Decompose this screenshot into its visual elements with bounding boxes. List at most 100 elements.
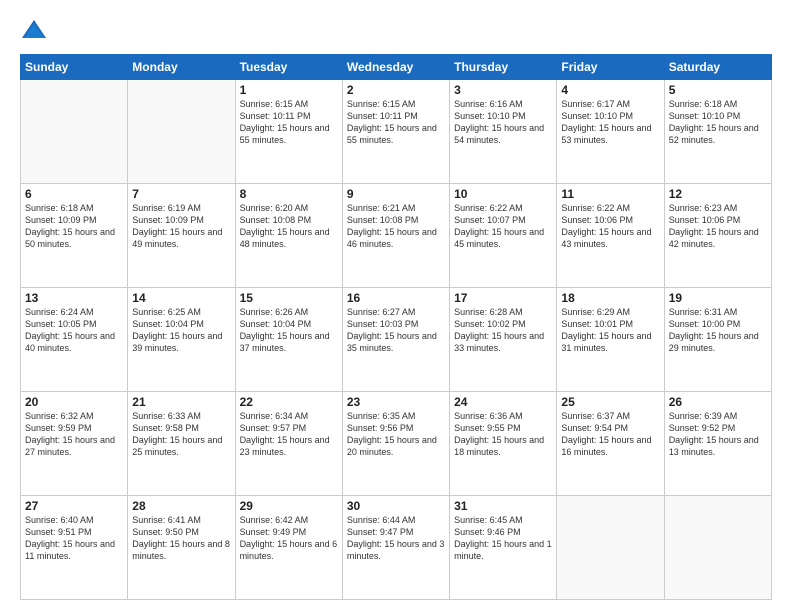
- cell-info: Sunrise: 6:45 AM Sunset: 9:46 PM Dayligh…: [454, 514, 552, 563]
- day-number: 29: [240, 499, 338, 513]
- day-number: 22: [240, 395, 338, 409]
- cell-info: Sunrise: 6:18 AM Sunset: 10:09 PM Daylig…: [25, 202, 123, 251]
- cell-info: Sunrise: 6:40 AM Sunset: 9:51 PM Dayligh…: [25, 514, 123, 563]
- calendar-header-friday: Friday: [557, 55, 664, 80]
- day-number: 3: [454, 83, 552, 97]
- calendar-cell: 30Sunrise: 6:44 AM Sunset: 9:47 PM Dayli…: [342, 496, 449, 600]
- cell-info: Sunrise: 6:16 AM Sunset: 10:10 PM Daylig…: [454, 98, 552, 147]
- calendar-header-sunday: Sunday: [21, 55, 128, 80]
- calendar-cell: 1Sunrise: 6:15 AM Sunset: 10:11 PM Dayli…: [235, 80, 342, 184]
- calendar-cell: [664, 496, 771, 600]
- cell-info: Sunrise: 6:23 AM Sunset: 10:06 PM Daylig…: [669, 202, 767, 251]
- calendar-cell: 13Sunrise: 6:24 AM Sunset: 10:05 PM Dayl…: [21, 288, 128, 392]
- calendar-header-row: SundayMondayTuesdayWednesdayThursdayFrid…: [21, 55, 772, 80]
- calendar-cell: 11Sunrise: 6:22 AM Sunset: 10:06 PM Dayl…: [557, 184, 664, 288]
- calendar-week-3: 13Sunrise: 6:24 AM Sunset: 10:05 PM Dayl…: [21, 288, 772, 392]
- calendar-cell: 25Sunrise: 6:37 AM Sunset: 9:54 PM Dayli…: [557, 392, 664, 496]
- day-number: 15: [240, 291, 338, 305]
- calendar-cell: 29Sunrise: 6:42 AM Sunset: 9:49 PM Dayli…: [235, 496, 342, 600]
- cell-info: Sunrise: 6:19 AM Sunset: 10:09 PM Daylig…: [132, 202, 230, 251]
- day-number: 10: [454, 187, 552, 201]
- cell-info: Sunrise: 6:17 AM Sunset: 10:10 PM Daylig…: [561, 98, 659, 147]
- day-number: 16: [347, 291, 445, 305]
- cell-info: Sunrise: 6:36 AM Sunset: 9:55 PM Dayligh…: [454, 410, 552, 459]
- cell-info: Sunrise: 6:27 AM Sunset: 10:03 PM Daylig…: [347, 306, 445, 355]
- cell-info: Sunrise: 6:22 AM Sunset: 10:07 PM Daylig…: [454, 202, 552, 251]
- calendar-week-2: 6Sunrise: 6:18 AM Sunset: 10:09 PM Dayli…: [21, 184, 772, 288]
- calendar-header-wednesday: Wednesday: [342, 55, 449, 80]
- cell-info: Sunrise: 6:41 AM Sunset: 9:50 PM Dayligh…: [132, 514, 230, 563]
- calendar-week-4: 20Sunrise: 6:32 AM Sunset: 9:59 PM Dayli…: [21, 392, 772, 496]
- calendar-cell: 5Sunrise: 6:18 AM Sunset: 10:10 PM Dayli…: [664, 80, 771, 184]
- day-number: 30: [347, 499, 445, 513]
- cell-info: Sunrise: 6:39 AM Sunset: 9:52 PM Dayligh…: [669, 410, 767, 459]
- calendar-cell: 7Sunrise: 6:19 AM Sunset: 10:09 PM Dayli…: [128, 184, 235, 288]
- calendar-cell: 10Sunrise: 6:22 AM Sunset: 10:07 PM Dayl…: [450, 184, 557, 288]
- calendar-cell: 26Sunrise: 6:39 AM Sunset: 9:52 PM Dayli…: [664, 392, 771, 496]
- cell-info: Sunrise: 6:35 AM Sunset: 9:56 PM Dayligh…: [347, 410, 445, 459]
- calendar-header-thursday: Thursday: [450, 55, 557, 80]
- day-number: 24: [454, 395, 552, 409]
- calendar-cell: 6Sunrise: 6:18 AM Sunset: 10:09 PM Dayli…: [21, 184, 128, 288]
- day-number: 14: [132, 291, 230, 305]
- cell-info: Sunrise: 6:25 AM Sunset: 10:04 PM Daylig…: [132, 306, 230, 355]
- day-number: 4: [561, 83, 659, 97]
- calendar-cell: 4Sunrise: 6:17 AM Sunset: 10:10 PM Dayli…: [557, 80, 664, 184]
- cell-info: Sunrise: 6:42 AM Sunset: 9:49 PM Dayligh…: [240, 514, 338, 563]
- cell-info: Sunrise: 6:44 AM Sunset: 9:47 PM Dayligh…: [347, 514, 445, 563]
- cell-info: Sunrise: 6:15 AM Sunset: 10:11 PM Daylig…: [240, 98, 338, 147]
- day-number: 31: [454, 499, 552, 513]
- cell-info: Sunrise: 6:20 AM Sunset: 10:08 PM Daylig…: [240, 202, 338, 251]
- cell-info: Sunrise: 6:32 AM Sunset: 9:59 PM Dayligh…: [25, 410, 123, 459]
- calendar-cell: 22Sunrise: 6:34 AM Sunset: 9:57 PM Dayli…: [235, 392, 342, 496]
- day-number: 12: [669, 187, 767, 201]
- day-number: 25: [561, 395, 659, 409]
- calendar-cell: 9Sunrise: 6:21 AM Sunset: 10:08 PM Dayli…: [342, 184, 449, 288]
- day-number: 5: [669, 83, 767, 97]
- day-number: 1: [240, 83, 338, 97]
- calendar-header-tuesday: Tuesday: [235, 55, 342, 80]
- calendar-cell: 19Sunrise: 6:31 AM Sunset: 10:00 PM Dayl…: [664, 288, 771, 392]
- day-number: 26: [669, 395, 767, 409]
- calendar-cell: 18Sunrise: 6:29 AM Sunset: 10:01 PM Dayl…: [557, 288, 664, 392]
- calendar-cell: 31Sunrise: 6:45 AM Sunset: 9:46 PM Dayli…: [450, 496, 557, 600]
- day-number: 8: [240, 187, 338, 201]
- day-number: 7: [132, 187, 230, 201]
- calendar: SundayMondayTuesdayWednesdayThursdayFrid…: [20, 54, 772, 600]
- calendar-cell: 14Sunrise: 6:25 AM Sunset: 10:04 PM Dayl…: [128, 288, 235, 392]
- calendar-cell: 15Sunrise: 6:26 AM Sunset: 10:04 PM Dayl…: [235, 288, 342, 392]
- calendar-cell: [128, 80, 235, 184]
- day-number: 23: [347, 395, 445, 409]
- day-number: 11: [561, 187, 659, 201]
- logo: [20, 16, 52, 44]
- day-number: 27: [25, 499, 123, 513]
- calendar-week-1: 1Sunrise: 6:15 AM Sunset: 10:11 PM Dayli…: [21, 80, 772, 184]
- header: [20, 16, 772, 44]
- cell-info: Sunrise: 6:29 AM Sunset: 10:01 PM Daylig…: [561, 306, 659, 355]
- day-number: 19: [669, 291, 767, 305]
- calendar-cell: 21Sunrise: 6:33 AM Sunset: 9:58 PM Dayli…: [128, 392, 235, 496]
- calendar-cell: 20Sunrise: 6:32 AM Sunset: 9:59 PM Dayli…: [21, 392, 128, 496]
- calendar-cell: 28Sunrise: 6:41 AM Sunset: 9:50 PM Dayli…: [128, 496, 235, 600]
- calendar-week-5: 27Sunrise: 6:40 AM Sunset: 9:51 PM Dayli…: [21, 496, 772, 600]
- cell-info: Sunrise: 6:37 AM Sunset: 9:54 PM Dayligh…: [561, 410, 659, 459]
- cell-info: Sunrise: 6:18 AM Sunset: 10:10 PM Daylig…: [669, 98, 767, 147]
- day-number: 9: [347, 187, 445, 201]
- cell-info: Sunrise: 6:21 AM Sunset: 10:08 PM Daylig…: [347, 202, 445, 251]
- cell-info: Sunrise: 6:33 AM Sunset: 9:58 PM Dayligh…: [132, 410, 230, 459]
- cell-info: Sunrise: 6:26 AM Sunset: 10:04 PM Daylig…: [240, 306, 338, 355]
- cell-info: Sunrise: 6:31 AM Sunset: 10:00 PM Daylig…: [669, 306, 767, 355]
- calendar-cell: 12Sunrise: 6:23 AM Sunset: 10:06 PM Dayl…: [664, 184, 771, 288]
- calendar-cell: 3Sunrise: 6:16 AM Sunset: 10:10 PM Dayli…: [450, 80, 557, 184]
- calendar-cell: [21, 80, 128, 184]
- calendar-cell: 27Sunrise: 6:40 AM Sunset: 9:51 PM Dayli…: [21, 496, 128, 600]
- calendar-cell: 16Sunrise: 6:27 AM Sunset: 10:03 PM Dayl…: [342, 288, 449, 392]
- day-number: 2: [347, 83, 445, 97]
- calendar-cell: [557, 496, 664, 600]
- cell-info: Sunrise: 6:22 AM Sunset: 10:06 PM Daylig…: [561, 202, 659, 251]
- day-number: 21: [132, 395, 230, 409]
- day-number: 17: [454, 291, 552, 305]
- calendar-cell: 8Sunrise: 6:20 AM Sunset: 10:08 PM Dayli…: [235, 184, 342, 288]
- calendar-header-monday: Monday: [128, 55, 235, 80]
- day-number: 20: [25, 395, 123, 409]
